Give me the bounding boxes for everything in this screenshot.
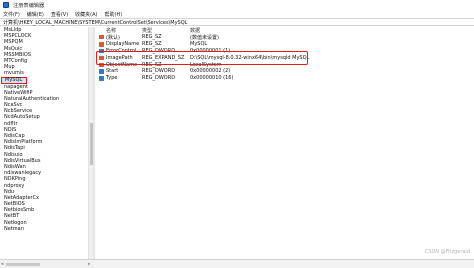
value-data: 0x00000002 (2) <box>190 68 231 75</box>
value-type: REG_EXPAND_SZ <box>142 54 185 61</box>
value-name: ErrorControl <box>106 47 137 54</box>
menu-view[interactable]: 查看(V) <box>51 11 68 18</box>
menu-help[interactable]: 帮助(H) <box>105 11 123 18</box>
dword-value-icon <box>99 48 104 54</box>
value-data: 0x00000010 (16) <box>190 75 234 82</box>
tree-item-netman[interactable]: Netman <box>0 226 88 232</box>
value-data: (数值未设置) <box>190 34 219 41</box>
menu-favorites[interactable]: 收藏夹(A) <box>75 11 97 18</box>
title-bar: 注册表编辑器 <box>0 0 474 10</box>
address-path[interactable]: 计算机\HKEY_LOCAL_MACHINE\SYSTEM\CurrentCon… <box>3 19 187 26</box>
horizontal-scroll-thumb[interactable] <box>6 263 40 266</box>
value-type: REG_SZ <box>142 41 162 48</box>
value-name: DisplayName <box>106 41 140 48</box>
status-bar: ◂ ▸ <box>0 259 474 268</box>
value-data: LocalSystem <box>190 61 222 68</box>
registry-editor-icon <box>3 2 9 8</box>
window-title: 注册表编辑器 <box>13 2 45 9</box>
value-row-type[interactable]: Type REG_DWORD 0x00000010 (16) <box>96 75 474 82</box>
value-type: REG_DWORD <box>142 68 176 75</box>
value-type: REG_DWORD <box>142 75 176 82</box>
dword-value-icon <box>99 76 104 81</box>
key-tree: MsLldp MSPCLOCK MSPQM MsQuic MSSMBIOS MT… <box>0 27 88 259</box>
address-bar[interactable]: 计算机\HKEY_LOCAL_MACHINE\SYSTEM\CurrentCon… <box>0 18 474 26</box>
value-row-objectname[interactable]: ObjectName REG_SZ LocalSystem <box>96 61 474 68</box>
menu-edit[interactable]: 编辑(E) <box>27 11 44 18</box>
menu-file[interactable]: 文件(F) <box>3 11 20 18</box>
value-data: MySQL <box>190 41 208 48</box>
menu-bar: 文件(F) 编辑(E) 查看(V) 收藏夹(A) 帮助(H) <box>0 10 474 18</box>
value-name: ImagePath <box>106 54 133 61</box>
value-name: Start <box>106 68 119 75</box>
value-row-start[interactable]: Start REG_DWORD 0x00000002 (2) <box>96 68 474 75</box>
value-type: REG_SZ <box>142 61 162 68</box>
values-pane: 名称 类型 数据 (默认) REG_SZ (数值未设置) DisplayName… <box>96 27 474 259</box>
scroll-left-icon[interactable]: ◂ <box>1 262 5 267</box>
column-header-type[interactable]: 类型 <box>142 27 190 34</box>
value-row-default[interactable]: (默认) REG_SZ (数值未设置) <box>96 34 474 41</box>
tree-item-mvumis[interactable]: mvumis <box>0 70 88 76</box>
value-row-errorcontrol[interactable]: ErrorControl REG_DWORD 0x00000001 (1) <box>96 48 474 55</box>
string-value-icon <box>99 55 104 61</box>
value-data: 0x00000001 (1) <box>190 47 231 54</box>
value-type: REG_DWORD <box>142 47 176 54</box>
value-type: REG_SZ <box>142 34 162 41</box>
value-name: (默认) <box>106 34 120 41</box>
value-row-imagepath[interactable]: ImagePath REG_EXPAND_SZ D:\SQL\mysql-8.0… <box>96 54 474 61</box>
pane-splitter[interactable] <box>93 27 95 259</box>
value-data: D:\SQL\mysql-8.0.32-winx64\bin\mysqld My… <box>190 54 310 61</box>
value-row-displayname[interactable]: DisplayName REG_SZ MySQL <box>96 41 474 48</box>
watermark: CSDN @Fitzgerald <box>424 249 470 255</box>
value-name: ObjectName <box>106 61 138 68</box>
value-name: Type <box>106 75 118 82</box>
dword-value-icon <box>99 69 104 74</box>
string-value-icon <box>99 62 104 68</box>
scroll-right-icon[interactable]: ▸ <box>88 262 92 267</box>
tree-item-mysql[interactable]: MySQL <box>1 76 27 84</box>
tree-horizontal-scrollbar[interactable]: ◂ ▸ <box>0 261 93 268</box>
string-value-icon <box>99 34 104 40</box>
string-value-icon <box>99 42 104 47</box>
